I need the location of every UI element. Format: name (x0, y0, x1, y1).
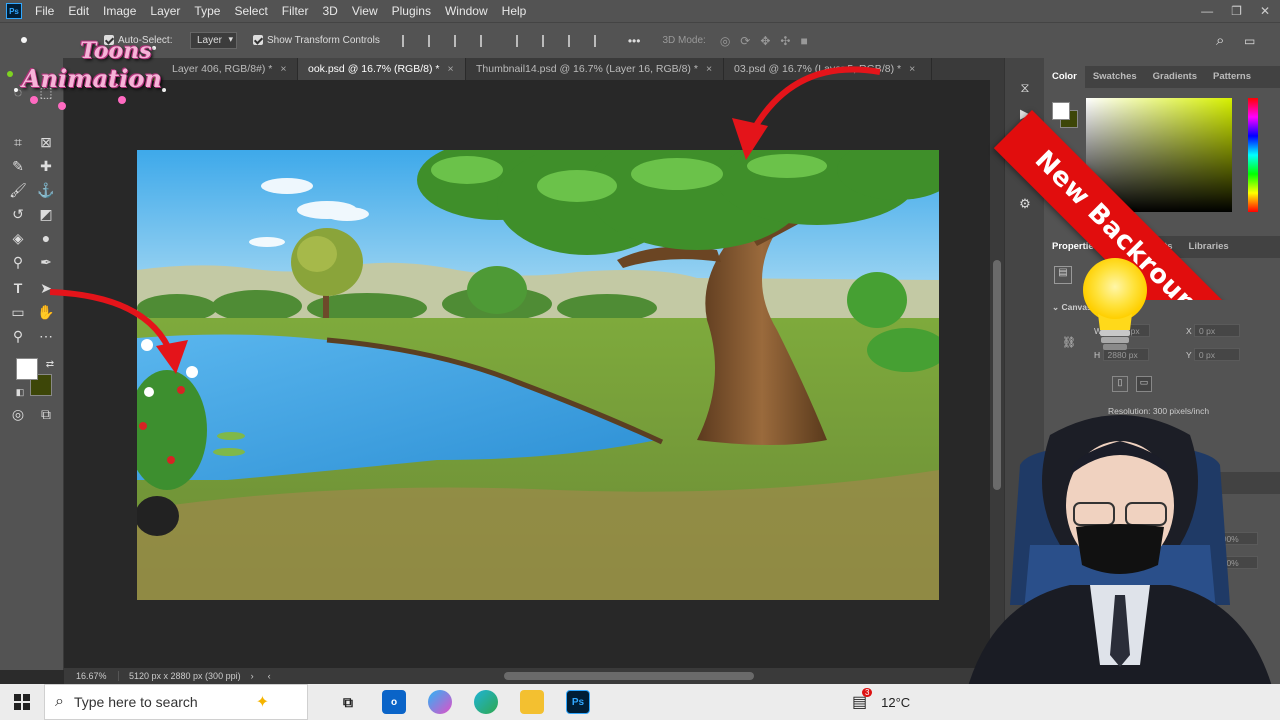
search-placeholder: Type here to search (73, 694, 198, 710)
windows-taskbar: ⌕ Type here to search ✦ ⧉ o Ps ▤ 3 12°C (0, 684, 1280, 720)
task-view-icon[interactable]: ⧉ (336, 690, 360, 714)
tab-color[interactable]: Color (1044, 66, 1085, 88)
light-bulb-icon (1070, 250, 1160, 360)
channel-logo: Toons Animation (4, 30, 174, 110)
foreground-color-swatch[interactable] (16, 358, 38, 380)
system-tray: ▤ 3 12°C (852, 684, 910, 720)
status-bar: 16.67% 5120 px x 2880 px (300 ppi) › ‹ (64, 668, 1004, 684)
comments-icon[interactable]: ✉ (1017, 130, 1033, 146)
news-widget-icon[interactable]: ▤ 3 (852, 688, 873, 712)
weather-temperature[interactable]: 12°C (881, 695, 910, 710)
logo-text-toons: Toons (80, 38, 152, 64)
search-icon: ⌕ (55, 693, 64, 710)
tab-libraries[interactable]: Libraries (1181, 236, 1237, 258)
history-icon[interactable]: ⧖ (1017, 80, 1033, 96)
presenter-avatar (920, 405, 1280, 720)
horizontal-scrollbar[interactable] (504, 672, 754, 680)
edge-icon[interactable] (474, 690, 498, 714)
panel-foreground-swatch[interactable] (1052, 102, 1070, 120)
copilot-icon[interactable] (428, 690, 452, 714)
x-label: X (1186, 326, 1192, 336)
logo-text-animation: Animation (22, 64, 162, 93)
brush-settings-icon[interactable]: ✎ (1017, 168, 1033, 184)
zoom-level[interactable]: 16.67% (64, 671, 119, 681)
y-input[interactable]: 0 px (1193, 348, 1240, 361)
start-button[interactable] (0, 684, 44, 720)
notification-count: 3 (862, 688, 873, 697)
photoshop-window: Ps File Edit Image Layer Type Select Fil… (0, 0, 1280, 720)
y-label: Y (1186, 350, 1192, 360)
hue-slider[interactable] (1248, 98, 1258, 212)
color-panel-tabs: Color Swatches Gradients Patterns (1044, 66, 1280, 88)
outlook-icon[interactable]: o (382, 690, 406, 714)
file-explorer-icon[interactable] (520, 690, 544, 714)
portrait-orientation-icon[interactable]: ▯ (1112, 376, 1128, 392)
x-input[interactable]: 0 px (1194, 324, 1241, 337)
status-arrow-icon[interactable]: › (251, 671, 254, 681)
color-picker-field[interactable] (1086, 98, 1232, 212)
photoshop-taskbar-icon[interactable]: Ps (566, 690, 590, 714)
copilot-sparkle-icon[interactable]: ✦ (256, 692, 269, 712)
adjustments-sliders-icon[interactable]: ⚙ (1017, 196, 1033, 212)
taskbar-search[interactable]: ⌕ Type here to search ✦ (44, 684, 308, 720)
tab-gradients[interactable]: Gradients (1145, 66, 1205, 88)
document-info[interactable]: 5120 px x 2880 px (300 ppi) (119, 671, 241, 681)
tab-swatches[interactable]: Swatches (1085, 66, 1145, 88)
scroll-left-icon[interactable]: ‹ (268, 671, 271, 681)
landscape-orientation-icon[interactable]: ▭ (1136, 376, 1152, 392)
tab-patterns[interactable]: Patterns (1205, 66, 1259, 88)
windows-logo-icon (14, 694, 30, 710)
actions-play-icon[interactable]: ▶ (1017, 106, 1033, 122)
